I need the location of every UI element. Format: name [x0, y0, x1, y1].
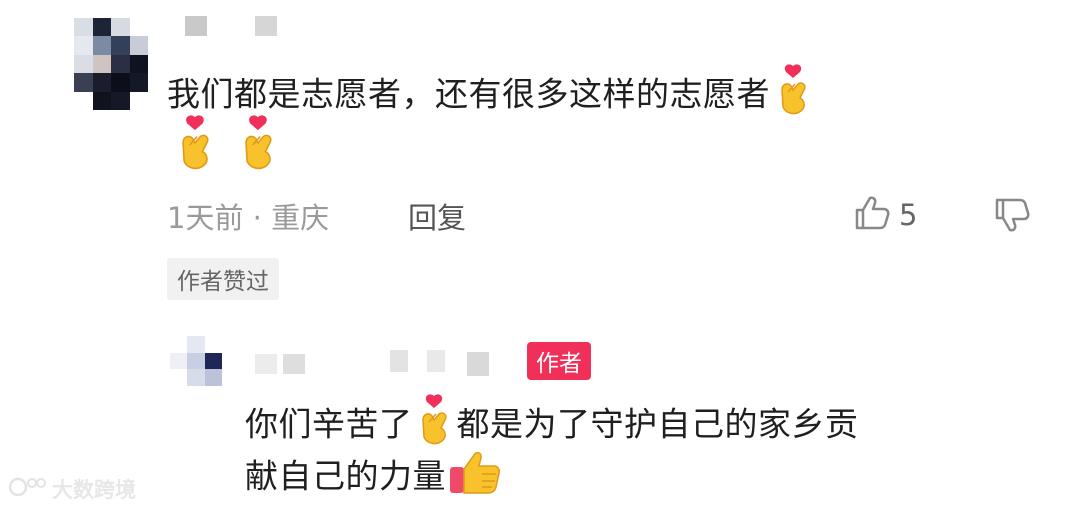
reply-avatar[interactable] [170, 336, 222, 386]
reply-text-line-2: 献自己的力量 [245, 449, 502, 507]
comment-time-location: 1天前 · 重庆 [167, 201, 330, 235]
thumbs-up-emoji-icon [448, 449, 502, 507]
comment-text-line: 我们都是志愿者，还有很多这样的志愿者 [167, 74, 770, 114]
reply-text-part-c: 献自己的力量 [245, 456, 446, 496]
thumbs-up-icon [853, 194, 891, 236]
username[interactable] [185, 16, 285, 36]
like-button[interactable]: 5 [853, 194, 917, 236]
avatar[interactable] [74, 18, 148, 110]
dislike-button[interactable] [993, 196, 1031, 238]
watermark-text: 大数跨境 [52, 478, 136, 502]
reply-username[interactable] [255, 350, 500, 378]
thumbs-down-icon [993, 198, 1031, 238]
finger-heart-icon [176, 115, 216, 175]
author-badge: 作者 [527, 342, 591, 380]
author-liked-badge: 作者赞过 [167, 258, 279, 300]
watermark-logo-icon [8, 475, 48, 503]
comment-emoji-line [176, 115, 279, 175]
watermark: 大数跨境 [8, 474, 136, 504]
like-count: 5 [899, 198, 918, 232]
finger-heart-icon [776, 64, 812, 128]
reply-text-part-a: 你们辛苦了 [245, 404, 413, 444]
reply-button[interactable]: 回复 [408, 195, 466, 237]
finger-heart-icon [239, 115, 279, 175]
reply-text-part-b: 都是为了守护自己的家乡贡 [456, 404, 859, 444]
